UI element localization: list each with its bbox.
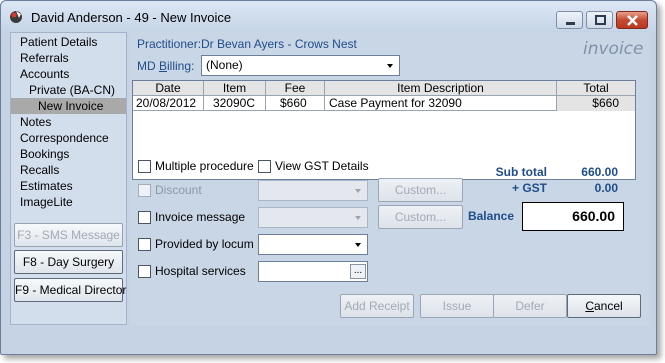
custom-discount-button[interactable]: Custom... [378, 178, 463, 202]
table-header: Date Item Fee Item Description Total [133, 81, 635, 96]
cancel-button[interactable]: Cancel [567, 294, 641, 318]
maximize-icon [595, 15, 606, 25]
invoice-window: David Anderson - 49 - New Invoice Patien… [0, 0, 657, 355]
cell-total: $660 [557, 96, 635, 111]
issue-button[interactable]: Issue [420, 294, 494, 318]
window-title: David Anderson - 49 - New Invoice [31, 10, 232, 25]
gst-value: 0.00 [594, 181, 618, 195]
checkbox-box[interactable] [138, 265, 151, 278]
md-billing-value: (None) [206, 58, 243, 72]
invoice-watermark: invoice [583, 39, 644, 59]
day-surgery-button[interactable]: F8 - Day Surgery [14, 250, 123, 274]
locum-select[interactable] [258, 234, 368, 255]
cell-description: Case Payment for 32090 [325, 96, 557, 111]
checkbox-box[interactable] [138, 211, 151, 224]
gst-label: + GST [511, 181, 547, 195]
dropdown-arrow-icon [355, 216, 361, 220]
hospital-services-field[interactable]: ... [258, 261, 368, 282]
custom-message-button[interactable]: Custom... [378, 205, 463, 229]
subtotal-value: 660.00 [581, 165, 618, 179]
col-header-fee[interactable]: Fee [266, 81, 325, 96]
sidebar-item-recalls[interactable]: Recalls [11, 162, 126, 178]
close-icon [627, 15, 638, 26]
sms-message-button[interactable]: F3 - SMS Message [14, 223, 123, 247]
maximize-button[interactable] [586, 11, 613, 29]
sidebar-item-patient-details[interactable]: Patient Details [11, 34, 126, 50]
app-icon [10, 11, 22, 23]
practitioner-label: Practitioner: [137, 37, 202, 51]
col-header-item[interactable]: Item [204, 81, 266, 96]
md-billing-label: MD Billing: [137, 59, 195, 73]
balance-value: 660.00 [522, 202, 624, 231]
sidebar-item-notes[interactable]: Notes [11, 114, 126, 130]
invoice-message-select[interactable] [258, 207, 368, 228]
col-header-description[interactable]: Item Description [325, 81, 557, 96]
col-header-date[interactable]: Date [133, 81, 204, 96]
cell-fee: $660 [266, 96, 325, 111]
dropdown-arrow-icon [387, 64, 393, 68]
checkbox-box[interactable] [138, 160, 151, 173]
sidebar-item-bookings[interactable]: Bookings [11, 146, 126, 162]
cell-date: 20/08/2012 [133, 96, 204, 111]
defer-button[interactable]: Defer [493, 294, 567, 318]
invoice-panel: Practitioner: Dr Bevan Ayers - Crows Nes… [130, 32, 649, 325]
add-receipt-button[interactable]: Add Receipt [340, 294, 414, 318]
sidebar-item-correspondence[interactable]: Correspondence [11, 130, 126, 146]
cell-item: 32090C [204, 96, 266, 111]
dropdown-arrow-icon [355, 189, 361, 193]
checkbox-box[interactable] [138, 238, 151, 251]
close-button[interactable] [616, 11, 648, 29]
minimize-button[interactable] [556, 11, 583, 29]
sidebar-item-referrals[interactable]: Referrals [11, 50, 126, 66]
sidebar-item-imagelite[interactable]: ImageLite [11, 194, 126, 210]
browse-button[interactable]: ... [350, 264, 366, 279]
discount-select[interactable] [258, 180, 368, 201]
checkbox-box[interactable] [138, 184, 151, 197]
balance-label: Balance [467, 209, 514, 223]
sidebar-item-new-invoice[interactable]: New Invoice [11, 98, 126, 114]
title-bar[interactable]: David Anderson - 49 - New Invoice [1, 1, 656, 31]
table-row[interactable]: 20/08/2012 32090C $660 Case Payment for … [133, 96, 635, 111]
subtotal-label: Sub total [495, 165, 547, 179]
dropdown-arrow-icon [355, 243, 361, 247]
sidebar: Patient Details Referrals Accounts Priva… [10, 32, 127, 325]
sidebar-item-estimates[interactable]: Estimates [11, 178, 126, 194]
sidebar-item-private-account[interactable]: Private (BA-CN) [11, 82, 126, 98]
checkbox-box[interactable] [258, 160, 271, 173]
col-header-total[interactable]: Total [557, 81, 635, 96]
practitioner-value: Dr Bevan Ayers - Crows Nest [201, 37, 357, 51]
sidebar-item-accounts[interactable]: Accounts [11, 66, 126, 82]
medical-director-button[interactable]: F9 - Medical Director [14, 278, 126, 302]
minimize-icon [566, 22, 575, 25]
md-billing-select[interactable]: (None) [201, 55, 400, 76]
